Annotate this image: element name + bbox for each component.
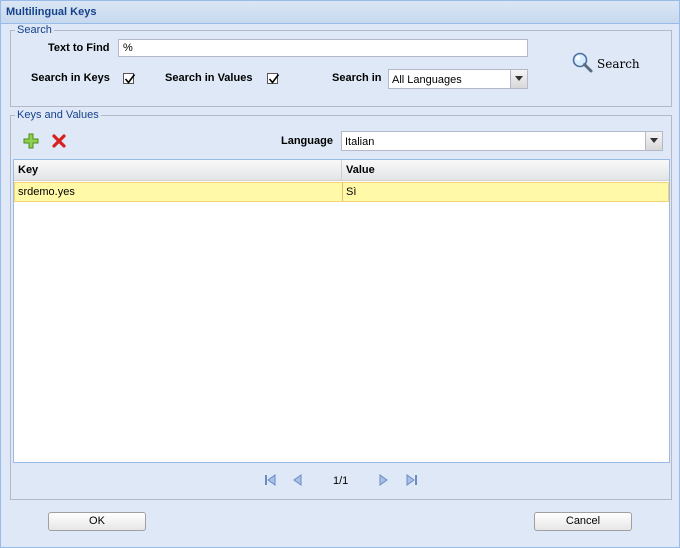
search-legend: Search xyxy=(17,24,52,36)
language-value: Italian xyxy=(345,136,375,148)
window-title: Multilingual Keys xyxy=(6,6,97,18)
text-to-find-label: Text to Find xyxy=(48,42,110,54)
search-in-keys-checkbox[interactable] xyxy=(123,73,136,84)
language-dropdown-trigger[interactable] xyxy=(645,132,662,150)
last-page-button[interactable] xyxy=(405,473,421,489)
page-indicator: 1/1 xyxy=(333,475,349,487)
prev-page-icon xyxy=(293,474,302,486)
last-page-icon xyxy=(406,474,417,486)
magnifier-icon xyxy=(572,52,593,73)
next-page-button[interactable] xyxy=(376,473,392,489)
multilingual-keys-dialog: Multilingual Keys Search Text to Find Se… xyxy=(0,0,680,548)
search-button[interactable]: Search xyxy=(571,51,641,77)
chevron-down-icon xyxy=(515,76,523,81)
chevron-down-icon xyxy=(650,138,658,143)
column-header-key[interactable]: Key xyxy=(14,160,342,180)
search-in-values-checkbox[interactable] xyxy=(267,73,280,84)
column-header-value[interactable]: Value xyxy=(342,160,669,180)
text-to-find-input[interactable] xyxy=(118,39,528,57)
checkmark-icon xyxy=(124,74,136,84)
keys-values-legend: Keys and Values xyxy=(17,109,99,121)
language-label: Language xyxy=(281,135,333,147)
first-page-icon xyxy=(265,474,276,486)
checkmark-icon xyxy=(268,74,280,84)
search-in-select[interactable]: All Languages xyxy=(388,69,528,89)
add-button[interactable] xyxy=(23,133,39,149)
ok-button[interactable]: OK xyxy=(48,512,146,531)
next-page-icon xyxy=(379,474,388,486)
cancel-button[interactable]: Cancel xyxy=(534,512,632,531)
language-select[interactable]: Italian xyxy=(341,131,663,151)
search-in-dropdown-trigger[interactable] xyxy=(510,70,527,88)
search-in-keys-label: Search in Keys xyxy=(31,72,110,84)
delete-button[interactable] xyxy=(51,133,67,149)
search-in-value: All Languages xyxy=(392,74,462,86)
delete-icon xyxy=(52,134,66,148)
cell-value[interactable]: Sì xyxy=(343,183,668,201)
prev-page-button[interactable] xyxy=(291,473,307,489)
search-button-label: Search xyxy=(597,57,640,71)
keys-grid: Key Value srdemo.yes Sì xyxy=(13,159,670,463)
table-row[interactable]: srdemo.yes Sì xyxy=(14,182,669,202)
add-icon xyxy=(23,133,39,149)
search-in-values-label: Search in Values xyxy=(165,72,253,84)
first-page-button[interactable] xyxy=(263,473,279,489)
cell-key[interactable]: srdemo.yes xyxy=(15,183,343,201)
search-in-label: Search in xyxy=(332,72,382,84)
title-bar[interactable]: Multilingual Keys xyxy=(1,1,679,24)
grid-header: Key Value xyxy=(14,160,669,181)
